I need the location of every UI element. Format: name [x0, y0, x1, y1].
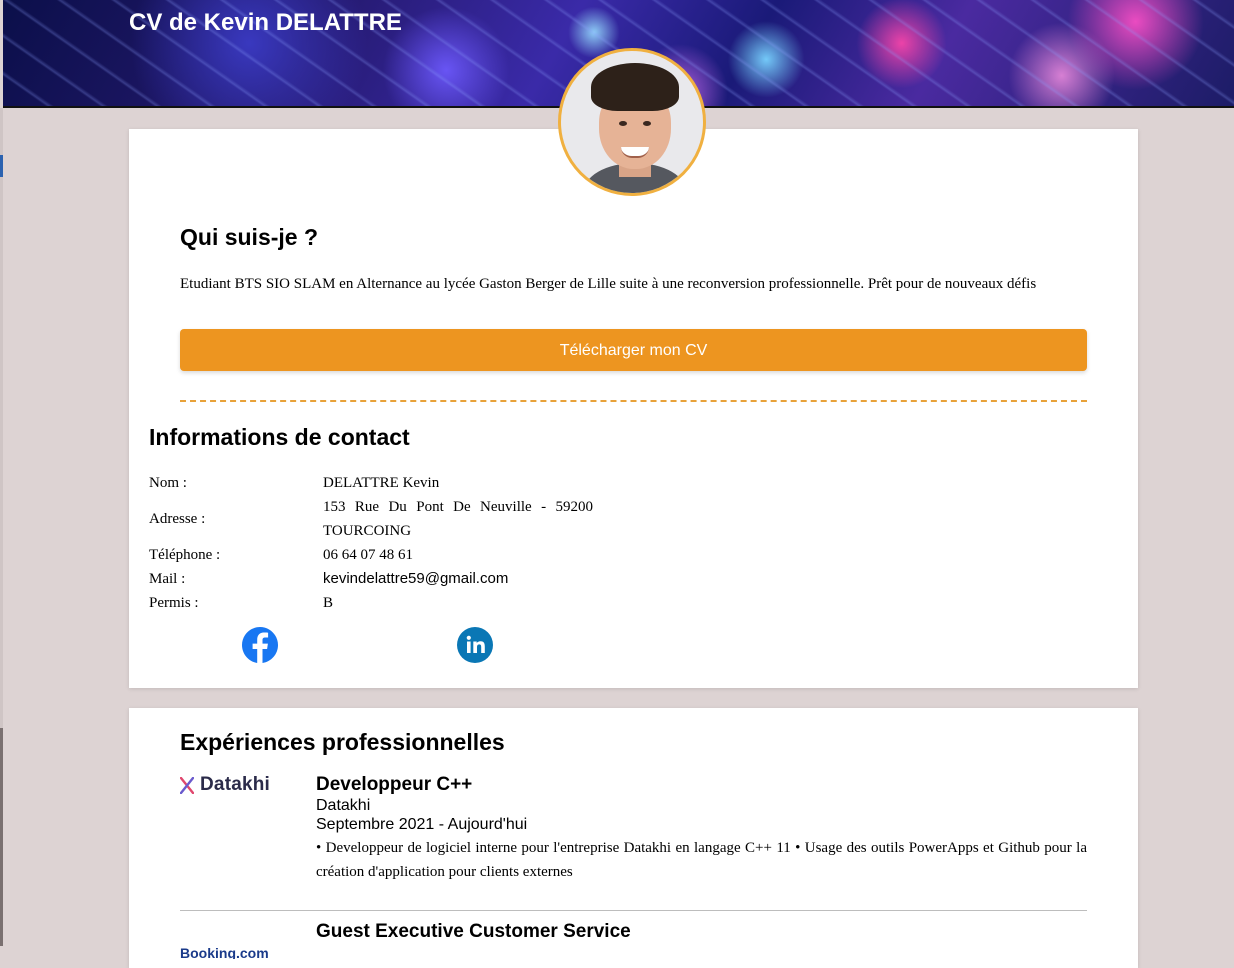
experience-divider [180, 910, 1087, 911]
photo-eye-right [643, 121, 651, 126]
experience-card: Expériences professionnelles Datakhi Dev… [129, 708, 1138, 968]
contact-value: kevindelattre59@gmail.com [323, 570, 509, 587]
booking-logo-text: Booking.com [180, 945, 269, 959]
profile-card: Qui suis-je ? Etudiant BTS SIO SLAM en A… [129, 129, 1138, 688]
page-title: CV de Kevin DELATTRE [129, 9, 402, 36]
contact-row-phone: Téléphone : 06 64 07 48 61 [149, 543, 609, 567]
experience-details: Guest Executive Customer Service [316, 921, 1087, 943]
experience-details: Developpeur C++ Datakhi Septembre 2021 -… [316, 774, 1087, 884]
window-edge-marker [0, 155, 3, 177]
contact-label: Nom : [149, 475, 187, 491]
job-title: Developpeur C++ [316, 774, 473, 795]
datakhi-logo-text: Datakhi [200, 774, 271, 795]
contact-value: B [323, 595, 334, 611]
contact-row-address: Adresse : 153 Rue Du Pont De Neuville - … [149, 495, 609, 543]
job-dates: Septembre 2021 - Aujourd'hui [316, 816, 528, 833]
job-title: Guest Executive Customer Service [316, 921, 631, 942]
profile-photo [558, 48, 706, 196]
contact-value: 06 64 07 48 61 [323, 547, 413, 563]
about-text: Etudiant BTS SIO SLAM en Alternance au l… [180, 276, 1037, 292]
contact-label: Permis : [149, 595, 199, 611]
experience-heading: Expériences professionnelles [180, 729, 505, 755]
contact-label: Adresse : [149, 511, 206, 527]
contact-row-mail: Mail : kevindelattre59@gmail.com [149, 567, 609, 591]
linkedin-icon[interactable] [457, 627, 493, 663]
facebook-icon[interactable] [242, 627, 278, 663]
contact-row-license: Permis : B [149, 591, 609, 615]
contact-value: DELATTRE Kevin [323, 475, 440, 491]
download-cv-button[interactable]: Télécharger mon CV [180, 329, 1087, 371]
job-description: • Developpeur de logiciel interne pour l… [316, 840, 1087, 880]
company-name: Datakhi [316, 797, 371, 814]
contact-heading: Informations de contact [149, 424, 410, 450]
section-divider [180, 400, 1087, 402]
contact-label: Téléphone : [149, 547, 221, 563]
photo-hair [591, 63, 679, 111]
contact-row-name: Nom : DELATTRE Kevin [149, 471, 609, 495]
datakhi-logo-icon [180, 777, 194, 794]
photo-eye-left [619, 121, 627, 126]
window-edge-shadow [0, 728, 3, 946]
about-heading: Qui suis-je ? [180, 224, 319, 250]
experience-item: Datakhi Developpeur C++ Datakhi Septembr… [180, 774, 1087, 904]
contact-table: Nom : DELATTRE Kevin Adresse : 153 Rue D… [149, 471, 609, 615]
contact-label: Mail : [149, 571, 186, 587]
contact-value: 153 Rue Du Pont De Neuville - 59200 TOUR… [323, 499, 593, 539]
booking-logo: Booking.com [180, 945, 300, 959]
experience-item: Booking.com Guest Executive Customer Ser… [180, 921, 1087, 961]
datakhi-logo: Datakhi [180, 774, 300, 798]
